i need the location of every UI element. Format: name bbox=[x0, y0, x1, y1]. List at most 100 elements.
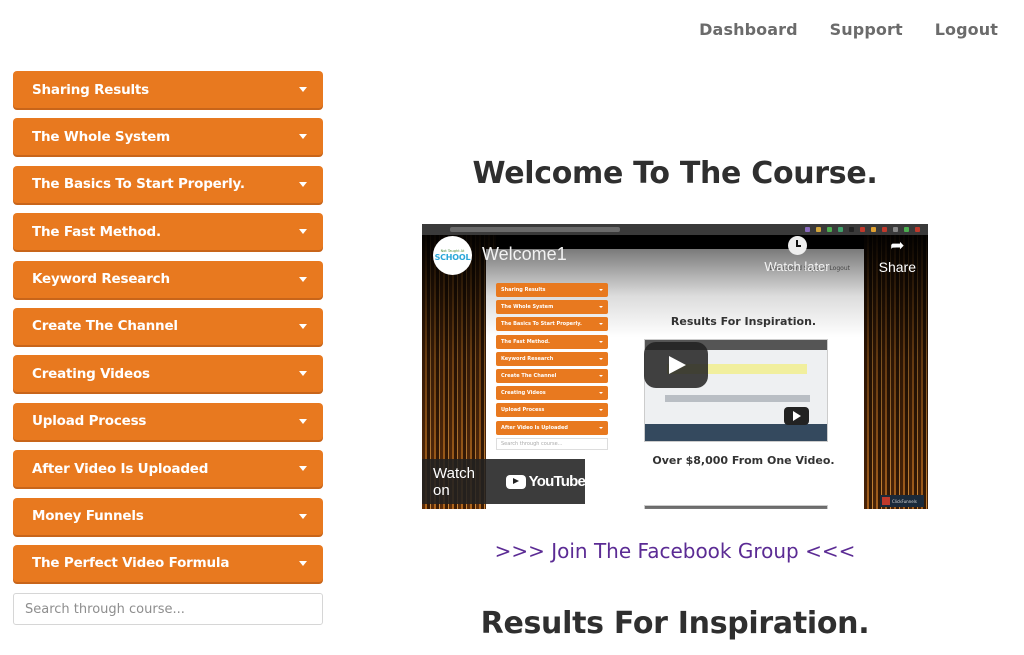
inner-module: The Fast Method. bbox=[496, 334, 608, 349]
inner-module-label: After Video Is Uploaded bbox=[501, 424, 568, 431]
channel-logo-text: SCHOOL bbox=[434, 253, 471, 262]
module-creating-videos[interactable]: Creating Videos bbox=[13, 355, 323, 393]
inner-module: The Basics To Start Properly. bbox=[496, 317, 608, 332]
caret-down-icon bbox=[599, 392, 603, 395]
caret-down-icon bbox=[299, 371, 307, 377]
play-button-icon[interactable] bbox=[644, 342, 708, 388]
module-label: Create The Channel bbox=[32, 318, 178, 335]
channel-logo[interactable]: Not Taught At SCHOOL bbox=[433, 236, 472, 275]
inner-module: Creating Videos bbox=[496, 386, 608, 401]
caret-down-icon bbox=[299, 418, 307, 424]
inner-module-label: The Whole System bbox=[501, 304, 554, 311]
caret-down-icon bbox=[299, 513, 307, 519]
caret-down-icon bbox=[299, 276, 307, 282]
caret-down-icon bbox=[299, 560, 307, 566]
watch-on-youtube-button[interactable]: Watch on YouTube bbox=[422, 459, 586, 504]
video-curtain-right bbox=[864, 235, 928, 509]
inner-earnings-title: Over $8,000 From One Video. bbox=[652, 454, 835, 467]
caret-down-icon bbox=[599, 340, 603, 343]
module-whole-system[interactable]: The Whole System bbox=[13, 118, 323, 156]
inner-module-label: Create The Channel bbox=[501, 372, 557, 379]
video-browser-bar bbox=[422, 224, 928, 235]
share-button[interactable]: ➦ Share bbox=[878, 236, 916, 276]
inner-play-icon bbox=[784, 407, 809, 425]
video-title[interactable]: Welcome1 bbox=[482, 244, 567, 265]
inner-search: Search through course... bbox=[496, 437, 608, 450]
top-nav: Dashboard Support Logout bbox=[699, 20, 998, 39]
clickfunnels-icon bbox=[882, 497, 890, 505]
caret-down-icon bbox=[299, 323, 307, 329]
results-heading: Results For Inspiration. bbox=[480, 606, 870, 641]
module-label: The Whole System bbox=[32, 128, 170, 145]
course-sidebar: Sharing Results The Whole System The Bas… bbox=[13, 71, 323, 626]
module-label: The Basics To Start Properly. bbox=[32, 176, 245, 193]
share-arrow-icon: ➦ bbox=[890, 236, 905, 256]
caret-down-icon bbox=[599, 306, 603, 309]
caret-down-icon bbox=[599, 357, 603, 360]
inner-module-label: Upload Process bbox=[501, 407, 545, 414]
module-upload-process[interactable]: Upload Process bbox=[13, 402, 323, 440]
module-keyword-research[interactable]: Keyword Research bbox=[13, 260, 323, 298]
video-inner-sidebar: Sharing Results The Whole System The Bas… bbox=[496, 283, 608, 450]
video-extension-icons bbox=[805, 227, 920, 232]
caret-down-icon bbox=[599, 374, 603, 377]
inner-module: After Video Is Uploaded bbox=[496, 420, 608, 435]
caret-down-icon bbox=[599, 409, 603, 412]
module-label: Keyword Research bbox=[32, 271, 170, 288]
video-url-field bbox=[450, 227, 620, 232]
caret-down-icon bbox=[599, 323, 603, 326]
facebook-group-link[interactable]: >>> Join The Facebook Group <<< bbox=[422, 539, 928, 563]
clock-icon bbox=[787, 236, 807, 255]
inner-module: Keyword Research bbox=[496, 351, 608, 366]
inner-module-label: The Basics To Start Properly. bbox=[501, 321, 582, 328]
module-label: Upload Process bbox=[32, 413, 147, 430]
watch-on-label: Watch on bbox=[433, 464, 475, 499]
youtube-play-icon bbox=[505, 474, 526, 489]
youtube-wordmark: YouTube bbox=[528, 473, 586, 490]
clickfunnels-badge: ClickFunnels bbox=[880, 495, 924, 507]
module-fast-method[interactable]: The Fast Method. bbox=[13, 213, 323, 251]
module-sharing-results[interactable]: Sharing Results bbox=[13, 71, 323, 108]
module-label: After Video Is Uploaded bbox=[32, 460, 209, 477]
caret-down-icon bbox=[299, 134, 307, 140]
inner-video-thumbnail-2 bbox=[644, 505, 828, 509]
nav-logout-link[interactable]: Logout bbox=[935, 20, 998, 39]
youtube-video-embed[interactable]: Dashboard Support Logout Sharing Results… bbox=[422, 224, 928, 509]
inner-module-label: Creating Videos bbox=[501, 390, 546, 397]
inner-module: Create The Channel bbox=[496, 368, 608, 383]
watch-later-label: Watch later bbox=[764, 259, 830, 274]
inner-module: Sharing Results bbox=[496, 283, 608, 297]
inner-module-label: The Fast Method. bbox=[501, 338, 550, 345]
nav-support-link[interactable]: Support bbox=[830, 20, 903, 39]
course-search-input[interactable] bbox=[13, 593, 323, 626]
inner-video-table-header bbox=[665, 395, 810, 402]
module-create-channel[interactable]: Create The Channel bbox=[13, 307, 323, 345]
inner-module-label: Keyword Research bbox=[501, 355, 554, 362]
caret-down-icon bbox=[599, 426, 603, 429]
share-label: Share bbox=[878, 259, 916, 275]
module-label: Sharing Results bbox=[32, 81, 150, 98]
nav-dashboard-link[interactable]: Dashboard bbox=[699, 20, 797, 39]
inner-video-footer bbox=[645, 424, 827, 441]
page-title: Welcome To The Course. bbox=[472, 156, 878, 191]
inner-module: Upload Process bbox=[496, 403, 608, 418]
module-basics[interactable]: The Basics To Start Properly. bbox=[13, 165, 323, 203]
module-label: The Perfect Video Formula bbox=[32, 555, 230, 572]
caret-down-icon bbox=[299, 87, 307, 92]
watch-later-button[interactable]: Watch later bbox=[752, 236, 842, 274]
module-after-upload[interactable]: After Video Is Uploaded bbox=[13, 450, 323, 488]
module-label: The Fast Method. bbox=[32, 223, 161, 240]
badge-label: ClickFunnels bbox=[892, 498, 917, 504]
module-label: Money Funnels bbox=[32, 508, 144, 525]
caret-down-icon bbox=[299, 181, 307, 187]
caret-down-icon bbox=[599, 289, 603, 291]
module-perfect-video-formula[interactable]: The Perfect Video Formula bbox=[13, 544, 323, 582]
inner-module-label: Sharing Results bbox=[501, 287, 546, 293]
caret-down-icon bbox=[299, 466, 307, 472]
caret-down-icon bbox=[299, 229, 307, 235]
module-label: Creating Videos bbox=[32, 365, 150, 382]
module-money-funnels[interactable]: Money Funnels bbox=[13, 497, 323, 535]
inner-results-title: Results For Inspiration. bbox=[670, 315, 817, 328]
youtube-logo: YouTube bbox=[505, 473, 586, 490]
inner-module: The Whole System bbox=[496, 300, 608, 315]
